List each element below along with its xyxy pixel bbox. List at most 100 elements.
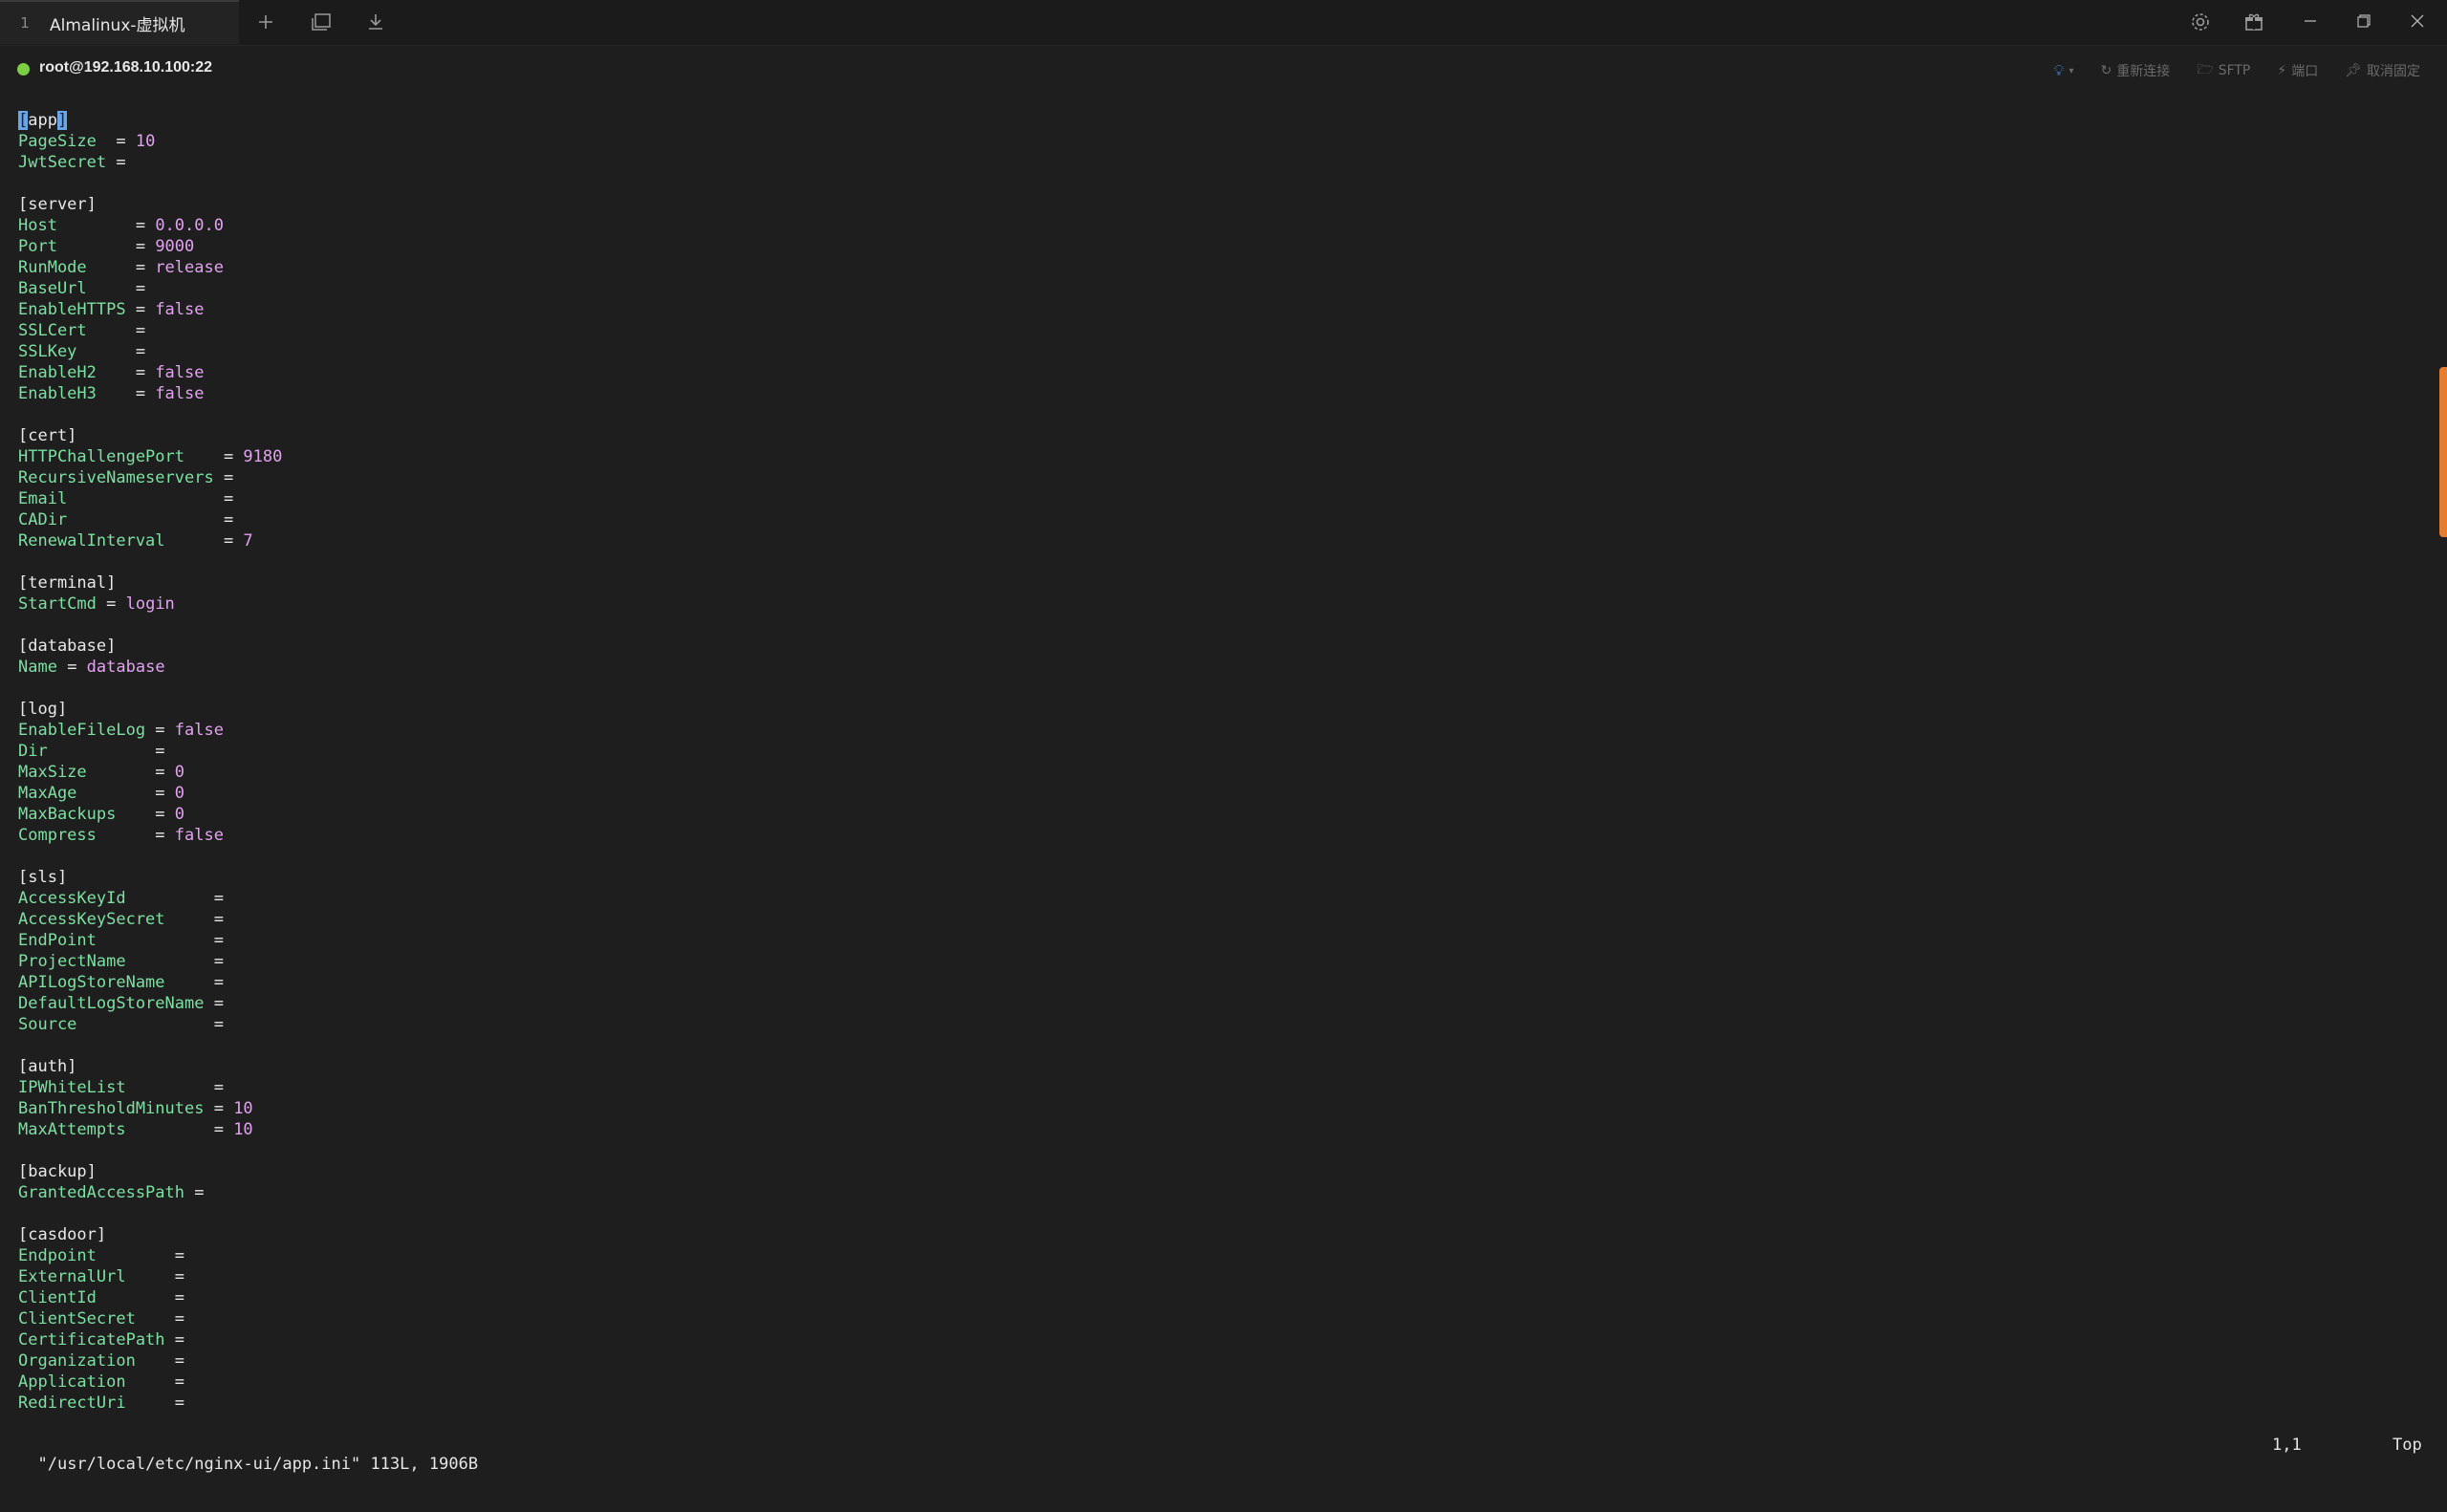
ini-value: 10 — [233, 1120, 253, 1139]
ini-key: HTTPChallengePort — [18, 447, 184, 466]
ini-equals: = — [96, 1246, 195, 1265]
ini-equals: = — [135, 1309, 195, 1328]
ini-equals: = — [125, 1078, 234, 1097]
ini-equals: = — [164, 910, 234, 929]
section-name: [casdoor] — [18, 1225, 107, 1244]
plus-icon[interactable] — [250, 7, 281, 37]
ini-equals: = — [96, 132, 136, 151]
ini-key-value-line: MaxAttempts = 10 — [18, 1119, 2408, 1140]
ini-key: Email — [18, 489, 68, 508]
ini-key: EnableHTTPS — [18, 300, 126, 319]
ini-key-value-line: Compress = false — [18, 825, 2408, 846]
ini-key-value-line: ExternalUrl = — [18, 1266, 2408, 1287]
ini-key: RecursiveNameservers — [18, 468, 214, 487]
tab-almalinux[interactable]: 1 Almalinux-虚拟机 — [0, 0, 239, 44]
ini-key-value-line: Host = 0.0.0.0 — [18, 215, 2408, 236]
ini-key-value-line: Application = — [18, 1372, 2408, 1393]
ini-key-value-line: ClientSecret = — [18, 1308, 2408, 1329]
lightbulb-icon[interactable]: 💡︎ ▾ — [2053, 61, 2073, 80]
section-name: [database] — [18, 637, 117, 656]
minimize-icon[interactable] — [2289, 6, 2331, 36]
ini-key-value-line: EnableHTTPS = false — [18, 299, 2408, 320]
ini-equals: = — [125, 889, 234, 908]
ini-key: MaxAge — [18, 784, 77, 803]
ini-equals: = — [67, 510, 244, 529]
ini-section-header: [app] — [18, 110, 2408, 131]
ini-equals: = — [213, 468, 244, 487]
ini-section-header: [casdoor] — [18, 1224, 2408, 1245]
section-name: [log] — [18, 700, 68, 719]
ini-section-header: [auth] — [18, 1056, 2408, 1077]
scrollbar-thumb[interactable] — [2439, 367, 2447, 537]
ini-section-header: [server] — [18, 194, 2408, 215]
file-info: "/usr/local/etc/nginx-ui/app.ini" 113L, … — [37, 1455, 479, 1474]
ini-equals: = — [125, 1120, 234, 1139]
ini-key-value-line: Source = — [18, 1014, 2408, 1035]
terminal-output[interactable]: [app] PageSize = 10 JwtSecret = [server] Ho… — [18, 110, 2408, 1414]
ini-equals: = — [125, 300, 156, 319]
ini-value: 0.0.0.0 — [155, 216, 224, 235]
close-icon[interactable] — [2396, 6, 2438, 36]
ini-key: SSLCert — [18, 321, 87, 340]
clone-window-icon[interactable] — [306, 7, 336, 37]
ini-key-value-line: SSLKey = — [18, 341, 2408, 362]
ini-key: Port — [18, 237, 57, 256]
ini-key-value-line: EnableFileLog = false — [18, 720, 2408, 741]
ini-key: Endpoint — [18, 1246, 97, 1265]
ini-equals: = — [96, 826, 175, 845]
ini-key-value-line: SSLCert = — [18, 320, 2408, 341]
unpin-button[interactable]: 📌︎ 取消固定 — [2345, 61, 2420, 80]
gear-icon[interactable] — [2185, 7, 2216, 37]
ini-key: EnableFileLog — [18, 721, 146, 740]
ini-key: AccessKeyId — [18, 889, 126, 908]
connection-bar: root@192.168.10.100:22 💡︎ ▾ ↻ 重新连接 🗁︎ SFT… — [0, 46, 2447, 92]
ini-equals: = — [164, 1330, 195, 1350]
cursor-position: 1,1 — [2272, 1436, 2302, 1455]
ini-equals: = — [96, 384, 156, 403]
ini-equals: = — [204, 1099, 234, 1118]
ini-key: Application — [18, 1372, 126, 1392]
ini-equals: = — [86, 258, 156, 277]
ini-key-value-line: CertificatePath = — [18, 1329, 2408, 1350]
section-name: [terminal] — [18, 573, 117, 593]
ini-key: EndPoint — [18, 931, 97, 950]
ini-key-value-line: MaxSize = 0 — [18, 762, 2408, 783]
ini-key: IPWhiteList — [18, 1078, 126, 1097]
ini-key: StartCmd — [18, 594, 97, 614]
ini-key-value-line: EnableH2 = false — [18, 362, 2408, 383]
ini-key-value-line: AccessKeySecret = — [18, 909, 2408, 930]
ini-key: RenewalInterval — [18, 531, 165, 551]
ini-value: login — [125, 594, 175, 614]
ini-key-value-line: BanThresholdMinutes = 10 — [18, 1098, 2408, 1119]
reconnect-button[interactable]: ↻ 重新连接 — [2101, 61, 2171, 80]
ini-value: 10 — [135, 132, 156, 151]
ini-value: release — [155, 258, 224, 277]
tab-index: 1 — [20, 14, 30, 32]
ini-key: SSLKey — [18, 342, 77, 361]
ini-key: Name — [18, 658, 57, 677]
text-cursor: [ — [18, 111, 29, 130]
ini-key: BaseUrl — [18, 279, 87, 298]
ini-key: Compress — [18, 826, 97, 845]
ini-key-value-line: StartCmd = login — [18, 594, 2408, 615]
ini-key: PageSize — [18, 132, 97, 151]
section-name: [cert] — [18, 426, 77, 445]
ini-equals: = — [164, 531, 244, 551]
ini-key: Dir — [18, 742, 48, 761]
ini-key: MaxBackups — [18, 805, 117, 824]
ini-equals: = — [184, 1183, 214, 1202]
ini-equals: = — [96, 594, 126, 614]
ini-key-value-line: DefaultLogStoreName = — [18, 993, 2408, 1014]
gift-icon[interactable] — [2239, 7, 2269, 37]
port-button[interactable]: ⚡︎ 端口 — [2277, 61, 2318, 80]
pin-icon: 📌︎ — [2345, 63, 2362, 78]
download-icon[interactable] — [360, 7, 391, 37]
ini-key-value-line: GrantedAccessPath = — [18, 1182, 2408, 1203]
restore-icon[interactable] — [2343, 6, 2385, 36]
ini-key: DefaultLogStoreName — [18, 994, 205, 1013]
sftp-button[interactable]: 🗁︎ SFTP — [2197, 59, 2250, 82]
ini-equals: = — [125, 1267, 195, 1286]
